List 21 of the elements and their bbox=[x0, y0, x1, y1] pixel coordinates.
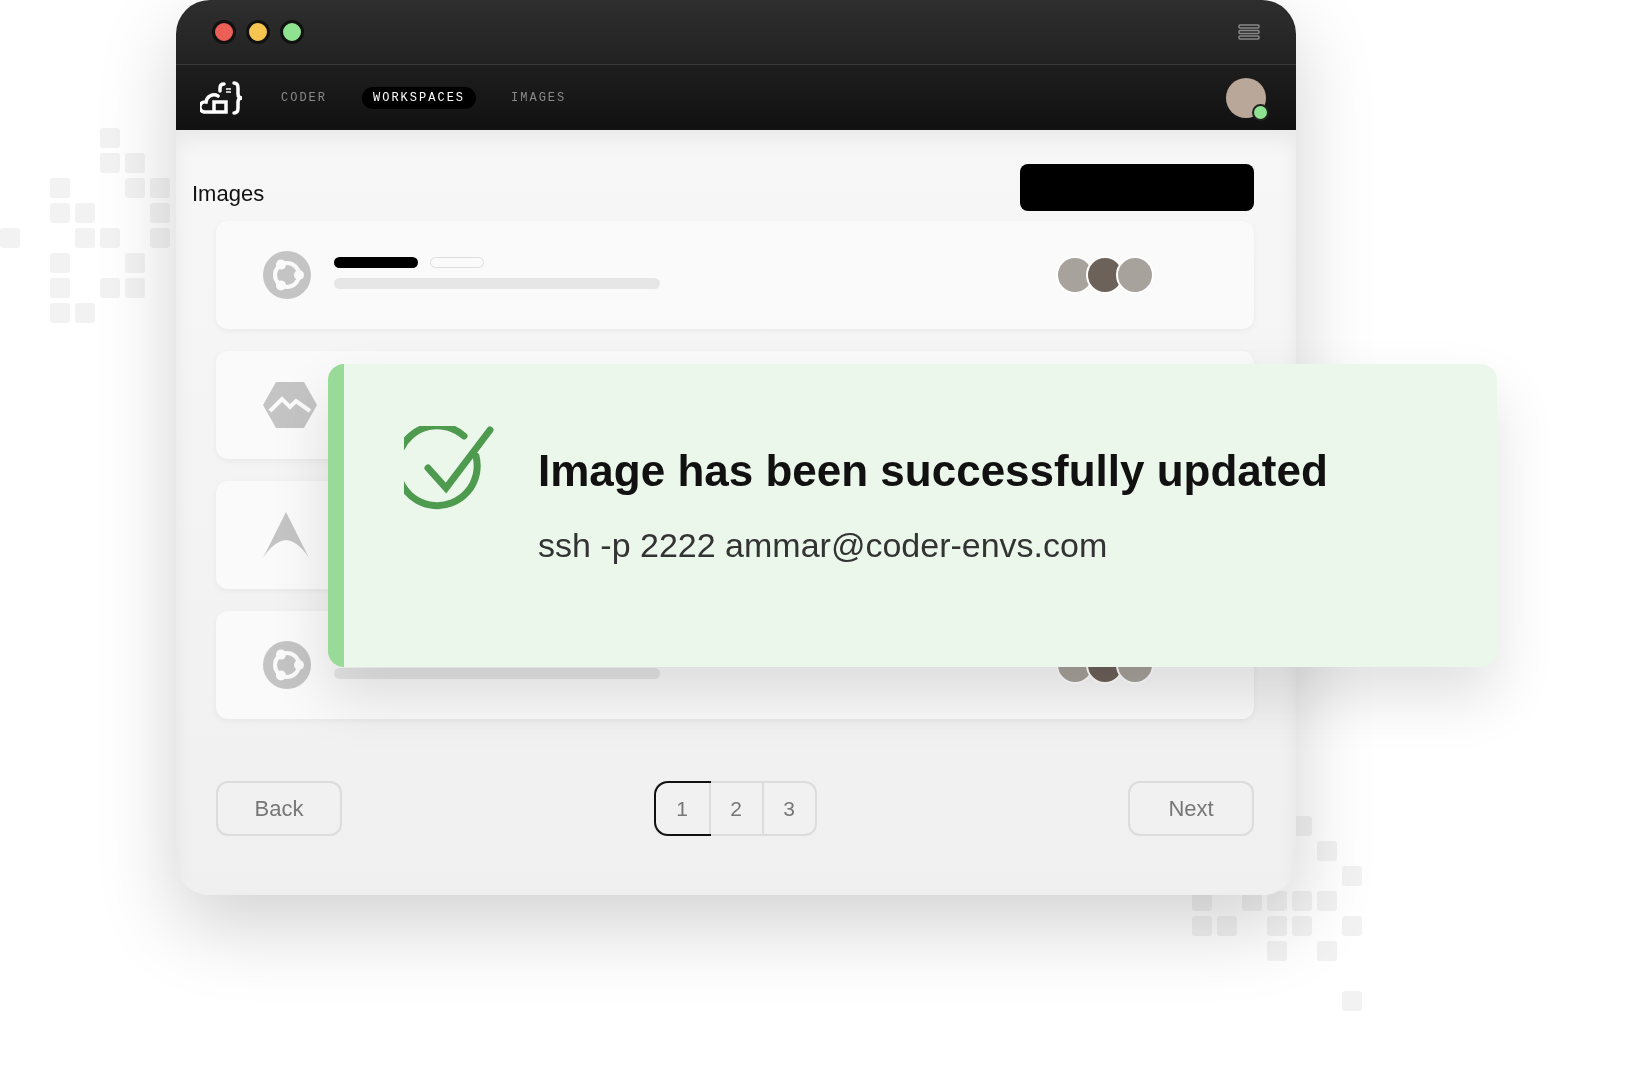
window-control[interactable] bbox=[280, 20, 304, 44]
nav-tab[interactable]: IMAGES bbox=[500, 86, 578, 109]
circle-logo-icon bbox=[262, 250, 312, 300]
next-button[interactable]: Next bbox=[1128, 781, 1254, 836]
toast-message: ssh -p 2222 ammar@coder-envs.com bbox=[538, 526, 1109, 565]
back-button[interactable]: Back bbox=[216, 781, 342, 836]
arch-triangle-icon bbox=[262, 511, 310, 559]
page-title: Images bbox=[192, 180, 265, 207]
window-control[interactable] bbox=[212, 20, 236, 44]
page-button[interactable]: 1 bbox=[655, 783, 709, 834]
menu-icon[interactable] bbox=[1238, 24, 1260, 40]
user-avatar bbox=[1116, 256, 1154, 294]
page-button[interactable]: 2 bbox=[708, 783, 762, 834]
nav-tab[interactable]: CODER bbox=[270, 86, 338, 109]
circle-logo-icon bbox=[262, 640, 312, 690]
page-button[interactable]: 3 bbox=[761, 783, 815, 834]
user-avatar[interactable] bbox=[1226, 77, 1266, 118]
toast-title: Image has been successfully updated bbox=[538, 446, 1328, 496]
nav-tab[interactable]: WORKSPACES bbox=[362, 86, 477, 109]
window-control[interactable] bbox=[246, 20, 270, 44]
mountain-hexagon-icon bbox=[262, 381, 318, 429]
